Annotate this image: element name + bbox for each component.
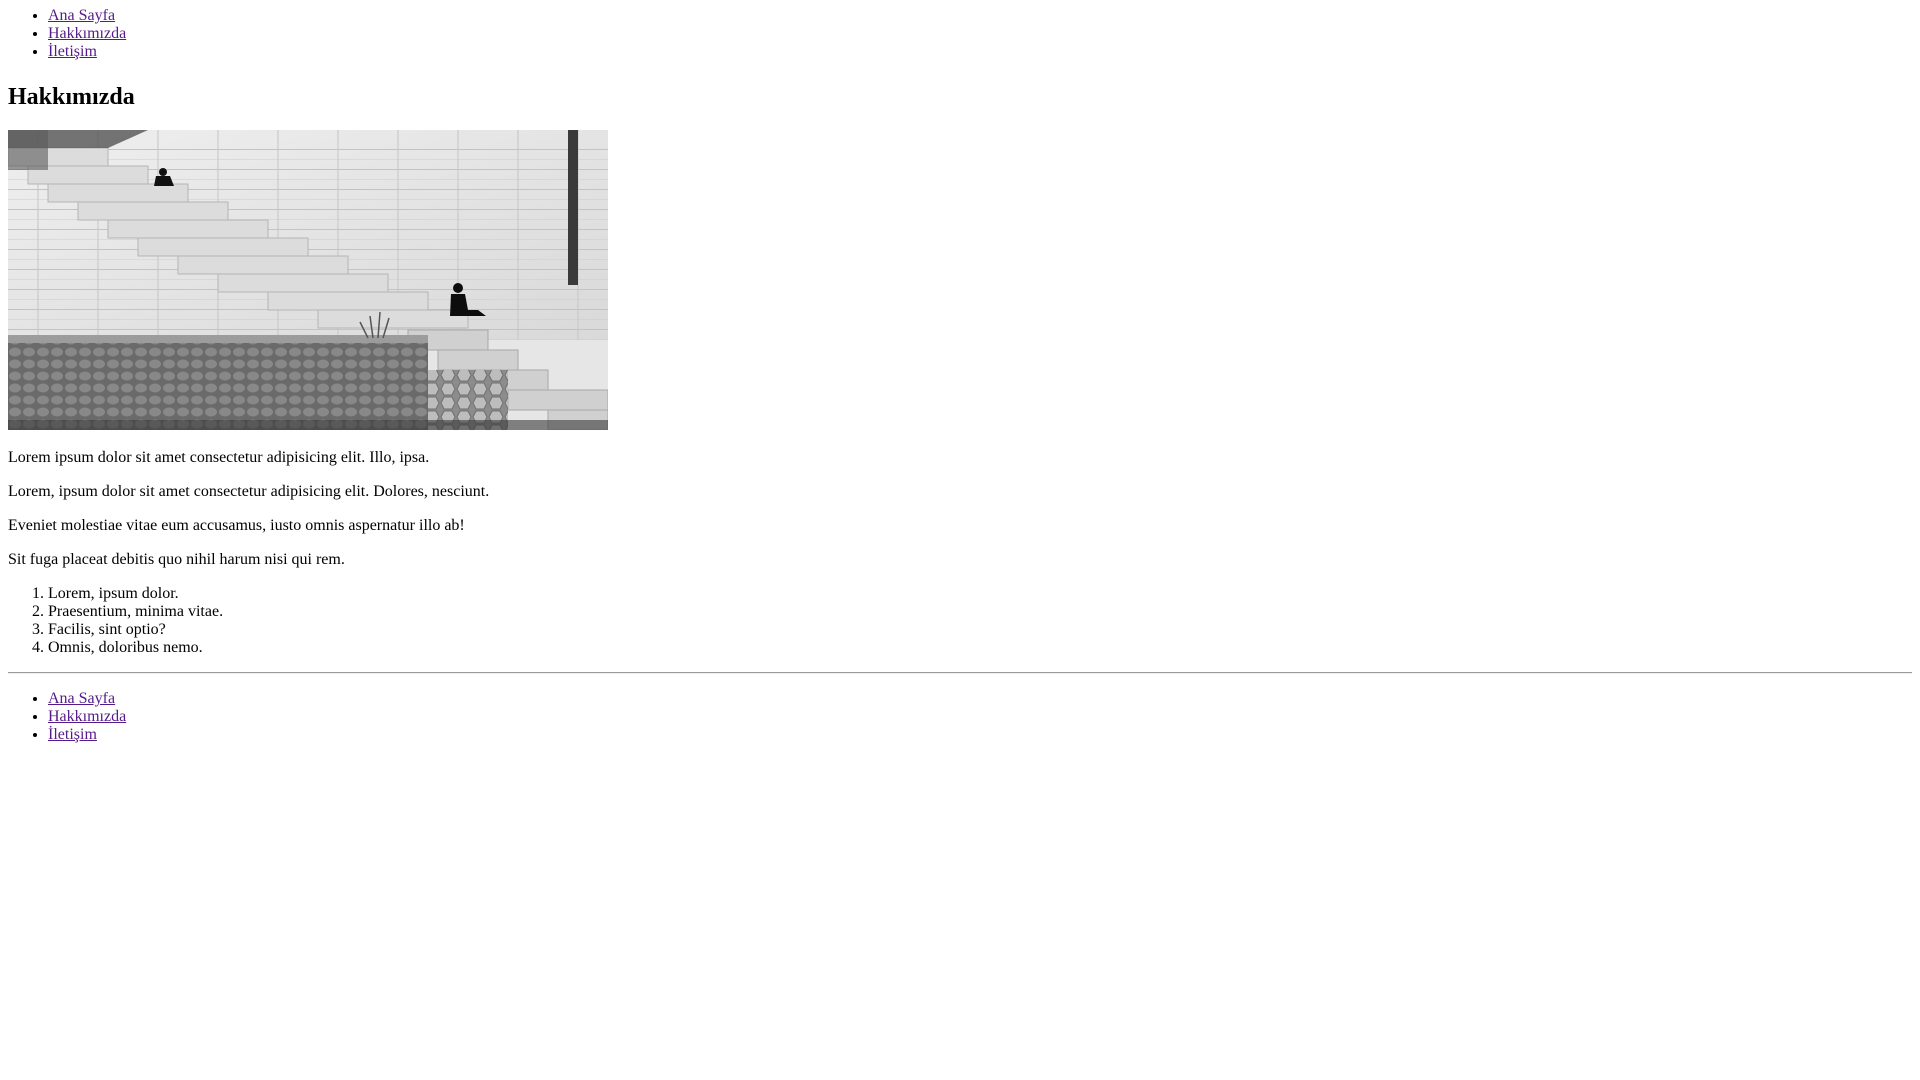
header-nav-item: İletişim (48, 43, 1912, 61)
content-paragraph-3: Eveniet molestiae vitae eum accusamus, i… (8, 517, 465, 534)
page-title: Hakkımızda (8, 84, 135, 110)
list-item: Facilis, sint optio? (48, 621, 1912, 639)
content-paragraph-2: Lorem, ipsum dolor sit amet consectetur … (8, 483, 490, 500)
header-nav: Ana Sayfa Hakkımızda İletişim (8, 7, 1912, 61)
header-nav-item: Ana Sayfa (48, 7, 1912, 25)
list-item: Lorem, ipsum dolor. (48, 585, 1912, 603)
footer-nav-item: Hakkımızda (48, 708, 1912, 726)
footer-nav: Ana Sayfa Hakkımızda İletişim (8, 690, 1912, 744)
footer-nav-item: Ana Sayfa (48, 690, 1912, 708)
header-nav-link-home[interactable]: Ana Sayfa (48, 7, 115, 24)
footer-nav-link-contact[interactable]: İletişim (48, 726, 97, 743)
footer-nav-link-home[interactable]: Ana Sayfa (48, 690, 115, 707)
header-nav-link-contact[interactable]: İletişim (48, 43, 97, 60)
footer-nav-link-about[interactable]: Hakkımızda (48, 708, 126, 725)
list-item: Praesentium, minima vitae. (48, 603, 1912, 621)
content-paragraph-1: Lorem ipsum dolor sit amet consectetur a… (8, 449, 430, 466)
hero-image (8, 130, 608, 430)
list-item: Omnis, doloribus nemo. (48, 639, 1912, 657)
content-paragraph-4: Sit fuga placeat debitis quo nihil harum… (8, 551, 345, 568)
header-nav-link-about[interactable]: Hakkımızda (48, 25, 126, 42)
page: Ana Sayfa Hakkımızda İletişim Hakkımızda (0, 0, 1920, 1080)
footer-nav-item: İletişim (48, 726, 1912, 744)
ordered-list: Lorem, ipsum dolor. Praesentium, minima … (8, 585, 1912, 657)
divider (8, 672, 1912, 674)
header-nav-item: Hakkımızda (48, 25, 1912, 43)
